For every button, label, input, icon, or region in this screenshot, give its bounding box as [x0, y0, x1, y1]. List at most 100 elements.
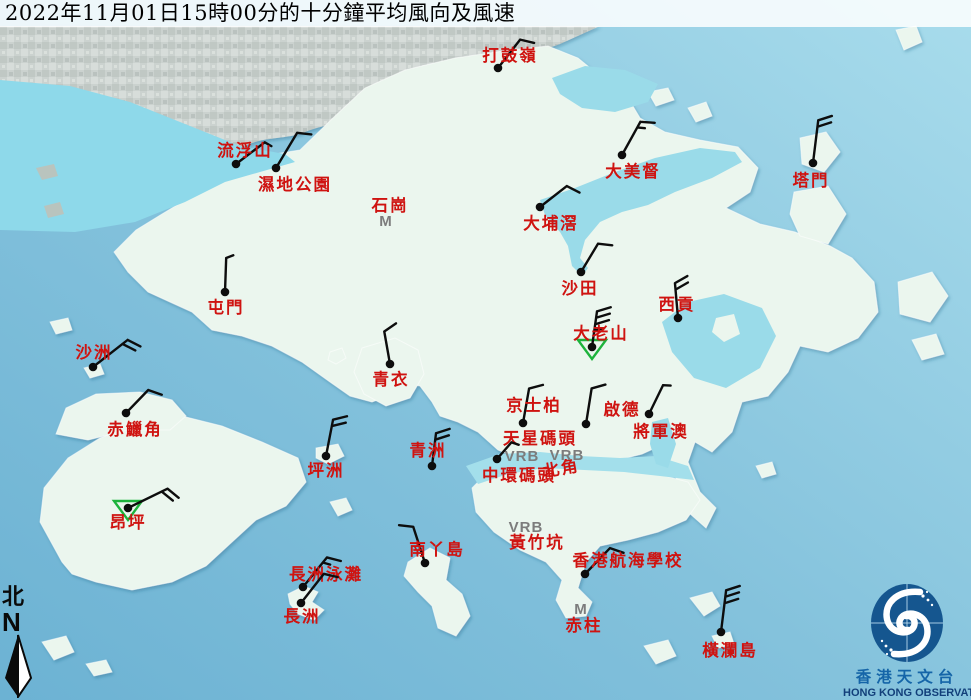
hko-logo: 香港天文台 HONG KONG OBSERVATORY	[843, 582, 971, 699]
station-tap-mun: 塔門	[793, 114, 832, 190]
station-label-tsing-yi: 青衣	[373, 369, 410, 389]
wind-barb-tuen-mun	[225, 255, 233, 292]
station-dot-tai-po-kau	[536, 203, 545, 212]
station-dot-central-pier	[493, 455, 502, 464]
station-dot-chek-lap-kok	[122, 409, 131, 418]
hko-logo-en: HONG KONG OBSERVATORY	[843, 687, 971, 699]
station-annotation-wong-chuk-hang: VRB	[509, 519, 544, 536]
station-sai-kung: 西貢	[659, 276, 696, 322]
station-label-tap-mun: 塔門	[793, 170, 830, 190]
station-dot-tai-mei-tuk	[618, 151, 627, 160]
station-annotation-star-ferry: VRB	[505, 448, 540, 465]
station-label-green-island: 青洲	[410, 440, 447, 460]
station-dot-tseung-kwan-o	[645, 410, 654, 419]
station-dot-ngong-ping	[124, 504, 133, 513]
station-dot-tates-cairn	[588, 343, 597, 352]
station-label-stanley: 赤柱	[566, 615, 603, 635]
station-tai-mei-tuk: 大美督	[605, 117, 661, 181]
wind-barb-chek-lap-kok	[126, 386, 162, 422]
station-dot-tsing-yi	[386, 360, 395, 369]
station-annotation-stanley: M	[574, 601, 588, 618]
station-label-tai-mei-tuk: 大美督	[605, 161, 661, 181]
station-label-waglan-island: 橫瀾島	[702, 640, 758, 660]
station-dot-peng-chau	[322, 452, 331, 461]
wind-barb-kai-tak	[586, 383, 605, 427]
station-stanley: 赤柱M	[566, 601, 603, 635]
station-dot-lamma-island	[421, 559, 430, 568]
station-dot-tuen-mun	[221, 288, 230, 297]
station-sha-chau: 沙洲	[76, 336, 141, 377]
wind-barb-peng-chau	[326, 414, 347, 459]
map-title: 2022年11月01日15時00分的十分鐘平均風向及風速	[0, 0, 971, 27]
station-dot-sha-chau	[89, 363, 98, 372]
station-dot-kings-park	[519, 419, 528, 428]
wind-barb-tsing-yi	[383, 323, 403, 364]
title-bar: 2022年11月01日15時00分的十分鐘平均風向及風速	[0, 0, 971, 27]
station-hk-sea-school: 香港航海學校	[573, 544, 684, 583]
station-label-cheung-chau: 長洲	[284, 607, 321, 626]
station-label-tates-cairn: 大老山	[573, 323, 629, 343]
station-annotation-shek-kong: M	[379, 213, 393, 230]
station-label-sai-kung: 西貢	[659, 295, 696, 314]
station-green-island: 青洲	[410, 427, 450, 470]
compass-needle-icon	[2, 634, 38, 698]
station-label-kings-park: 京士柏	[506, 395, 562, 415]
wind-barb-waglan-island	[721, 584, 740, 633]
station-chek-lap-kok: 赤鱲角	[107, 386, 163, 439]
station-lau-fau-shan: 流浮山	[217, 140, 273, 170]
station-dot-sai-kung	[674, 314, 683, 323]
station-kings-park: 京士柏	[506, 383, 562, 428]
compass-north-en: N	[2, 610, 42, 634]
station-label-peng-chau: 坪洲	[308, 461, 345, 480]
station-tates-cairn: 大老山	[573, 305, 629, 359]
station-dot-sha-tin	[577, 268, 586, 277]
station-wetland-park: 濕地公園	[258, 128, 332, 194]
wind-barb-tai-mei-tuk	[622, 117, 655, 162]
station-waglan-island: 橫瀾島	[702, 584, 758, 660]
compass-north: 北 N	[2, 586, 42, 698]
station-tsing-yi: 青衣	[373, 323, 410, 389]
station-label-central-pier: 中環碼頭	[482, 465, 556, 485]
station-label-lamma-island: 南丫島	[409, 539, 465, 559]
station-kai-tak: 啟德	[582, 383, 641, 429]
station-dot-green-island	[428, 462, 437, 471]
station-label-hk-sea-school: 香港航海學校	[573, 550, 684, 570]
station-dot-wetland-park	[272, 164, 281, 173]
station-dot-tap-mun	[809, 159, 818, 168]
station-annotation-north-point: VRB	[550, 447, 585, 464]
station-label-sha-chau: 沙洲	[76, 343, 113, 362]
station-dot-hk-sea-school	[581, 570, 590, 579]
station-tuen-mun: 屯門	[208, 255, 245, 317]
station-label-wetland-park: 濕地公園	[258, 174, 332, 194]
hko-logo-icon	[861, 582, 953, 664]
station-dot-cheung-chau	[297, 599, 306, 608]
wind-barb-wetland-park	[276, 128, 311, 175]
station-label-tseung-kwan-o: 將軍澳	[633, 421, 689, 441]
station-shek-kong: 石崗M	[371, 196, 409, 230]
hko-logo-zh: 香港天文台	[843, 665, 971, 687]
station-dot-waglan-island	[717, 628, 726, 637]
wind-barb-tap-mun	[813, 114, 832, 164]
station-ngong-ping: 昂坪	[110, 486, 179, 532]
station-sha-tin: 沙田	[562, 239, 613, 298]
station-label-tuen-mun: 屯門	[208, 297, 245, 317]
station-ta-kwu-ling: 打鼓嶺	[482, 35, 538, 76]
station-label-chek-lap-kok: 赤鱲角	[107, 419, 163, 439]
station-tai-po-kau: 大埔滘	[523, 182, 579, 233]
station-label-lau-fau-shan: 流浮山	[217, 140, 273, 160]
station-label-sha-tin: 沙田	[562, 279, 599, 298]
station-dot-lau-fau-shan	[232, 160, 241, 169]
wind-barb-sha-tin	[581, 239, 612, 279]
station-dot-kai-tak	[582, 420, 591, 429]
station-label-ta-kwu-ling: 打鼓嶺	[482, 45, 538, 65]
station-label-tai-po-kau: 大埔滘	[523, 213, 579, 233]
station-label-kai-tak: 啟德	[604, 399, 641, 419]
station-label-star-ferry: 天星碼頭	[503, 429, 577, 448]
wind-barb-tai-po-kau	[540, 182, 580, 217]
stations-layer: 打鼓嶺流浮山濕地公園石崗M 大美督 塔門大埔滘沙田西貢大老山 屯門沙洲赤鱲角 青衣坪洲 青…	[0, 0, 971, 700]
station-peng-chau: 坪洲	[308, 414, 347, 480]
station-lamma-island: 南丫島	[399, 521, 465, 567]
station-wong-chuk-hang: 黃竹坑VRB	[508, 519, 565, 552]
station-label-ngong-ping: 昂坪	[110, 513, 147, 532]
weather-map-screenshot: 打鼓嶺流浮山濕地公園石崗M 大美督 塔門大埔滘沙田西貢大老山 屯門沙洲赤鱲角 青衣坪洲 青…	[0, 0, 971, 700]
